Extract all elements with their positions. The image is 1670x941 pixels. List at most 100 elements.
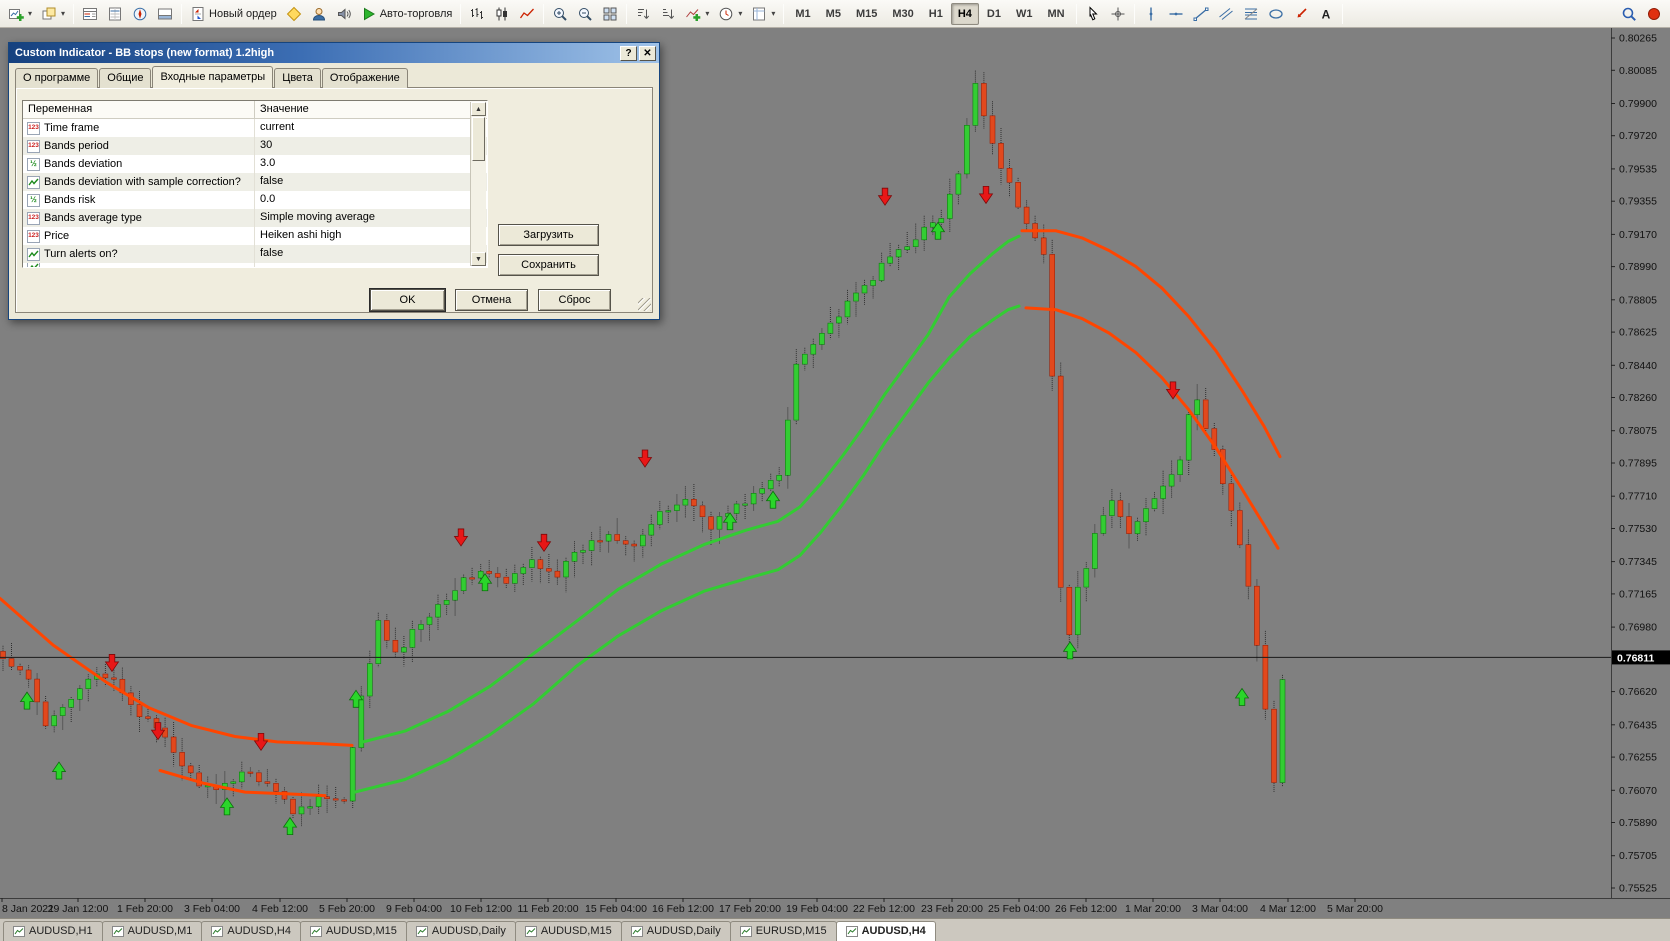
cancel-button[interactable]: Отмена xyxy=(455,289,528,311)
periods-button[interactable]: ▾ xyxy=(714,2,746,26)
dialog-close-button[interactable]: ✕ xyxy=(639,45,656,61)
load-button[interactable]: Загрузить xyxy=(498,224,599,246)
dialog-tab-2[interactable]: Общие xyxy=(99,68,152,88)
arrange-up-button[interactable] xyxy=(631,2,655,26)
horizontal-line-button[interactable] xyxy=(1164,2,1188,26)
dialog-titlebar[interactable]: Custom Indicator - BB stops (new format)… xyxy=(9,43,659,63)
chart-bars-button[interactable] xyxy=(465,2,489,26)
chart-candles-button[interactable] xyxy=(490,2,514,26)
timeframe-w1-button[interactable]: W1 xyxy=(1009,3,1040,25)
parameter-value[interactable]: Heiken ashi high xyxy=(255,227,471,245)
timeframe-m30-button[interactable]: M30 xyxy=(885,3,920,25)
dialog-tab-4[interactable]: Цвета xyxy=(274,68,321,88)
new-chart-button[interactable]: ▾ xyxy=(4,2,36,26)
market-watch-button[interactable] xyxy=(78,2,102,26)
parameter-row[interactable]: ½ Bands risk 0.0 xyxy=(23,191,487,209)
text-button[interactable]: A xyxy=(1314,2,1338,26)
save-button[interactable]: Сохранить xyxy=(498,254,599,276)
table-scrollbar[interactable]: ▲ ▼ xyxy=(470,102,486,266)
templates-button[interactable]: ▾ xyxy=(747,2,779,26)
timeframe-m1-button[interactable]: M1 xyxy=(788,3,817,25)
dropdown-arrow-icon: ▾ xyxy=(738,9,743,18)
parameter-value[interactable]: 30 xyxy=(255,137,471,155)
new-chart-icon xyxy=(9,8,24,21)
auto-trading-button[interactable]: Авто-торговля xyxy=(357,2,457,26)
scrollbar-thumb[interactable] xyxy=(472,117,485,161)
terminal-button[interactable] xyxy=(153,2,177,26)
time-axis[interactable]: 8 Jan 202129 Jan 12:00 1 Feb 20:00 3 Feb 0… xyxy=(0,898,1670,915)
column-header-value[interactable]: Значение xyxy=(255,101,487,118)
int-param-icon: 123 xyxy=(27,211,40,225)
chart-tab-icon xyxy=(739,925,752,937)
new-order-label: Новый ордер xyxy=(209,7,277,20)
parameter-row[interactable]: 123 Bands average type Simple moving avera… xyxy=(23,209,487,227)
crosshair-button[interactable] xyxy=(1106,2,1130,26)
cursor-button[interactable] xyxy=(1081,2,1105,26)
new-order-button[interactable]: Новый ордер xyxy=(186,2,281,26)
timeframe-mn-button[interactable]: MN xyxy=(1040,3,1071,25)
timeframe-m5-button[interactable]: M5 xyxy=(819,3,848,25)
alerts-button[interactable] xyxy=(332,2,356,26)
trendline-button[interactable] xyxy=(1189,2,1213,26)
chart-tab-audusd-daily-7[interactable]: AUDUSD,Daily xyxy=(620,921,731,941)
mt4-window: ▾ ▾ Новый ордер Авто-торговля ▾ ▾ ▾ M1 M5 M15 M30 H… xyxy=(0,0,1670,941)
connection-status-button[interactable] xyxy=(1642,2,1666,26)
ok-button[interactable]: OK xyxy=(369,288,446,312)
tile-windows-button[interactable] xyxy=(598,2,622,26)
parameter-row[interactable]: 123 Price Heiken ashi high xyxy=(23,227,487,245)
parameter-value[interactable]: false xyxy=(255,245,471,263)
timeframe-d1-button[interactable]: D1 xyxy=(980,3,1008,25)
parameter-value[interactable]: false xyxy=(255,173,471,191)
timeframe-h1-button[interactable]: H1 xyxy=(922,3,950,25)
dialog-help-button[interactable]: ? xyxy=(620,45,637,61)
data-window-button[interactable] xyxy=(103,2,127,26)
dialog-tab-1[interactable]: О программе xyxy=(15,68,99,88)
equidistant-channel-button[interactable] xyxy=(1214,2,1238,26)
zoom-in-button[interactable] xyxy=(548,2,572,26)
chart-profiles-button[interactable]: ▾ xyxy=(37,2,69,26)
parameter-value[interactable]: Simple moving average xyxy=(255,209,471,227)
search-button[interactable] xyxy=(1617,2,1641,26)
indicators-button[interactable]: ▾ xyxy=(681,2,713,26)
price-axis[interactable]: 0.80265 0.80085 0.79900 0.79720 0.79535 0.793… xyxy=(1611,28,1670,898)
parameter-value[interactable]: 3.0 xyxy=(255,155,471,173)
chart-tab-eurusd-m15-8[interactable]: EURUSD,M15 xyxy=(729,921,837,941)
metaeditor-button[interactable] xyxy=(282,2,306,26)
chart-tab-audusd-h4-3[interactable]: AUDUSD,H4 xyxy=(201,921,301,941)
dialog-tab-5[interactable]: Отображение xyxy=(321,68,408,88)
vertical-line-button[interactable] xyxy=(1139,2,1163,26)
parameter-row[interactable]: 123 Bands period 30 xyxy=(23,137,487,155)
timeframe-m15-button[interactable]: M15 xyxy=(849,3,884,25)
chart-tab-audusd-daily-5[interactable]: AUDUSD,Daily xyxy=(405,921,516,941)
arrows-tool-button[interactable] xyxy=(1289,2,1313,26)
int-param-icon: 123 xyxy=(27,121,40,135)
expert-advisors-button[interactable] xyxy=(307,2,331,26)
chart-tab-label: AUDUSD,H4 xyxy=(861,925,926,937)
shapes-button[interactable] xyxy=(1264,2,1288,26)
reset-button[interactable]: Сброс xyxy=(538,289,611,311)
parameter-value[interactable]: 0.0 xyxy=(255,191,471,209)
scrollbar-up-button[interactable]: ▲ xyxy=(471,102,486,116)
parameter-value[interactable]: current xyxy=(255,119,471,137)
dialog-tab-3[interactable]: Входные параметры xyxy=(152,66,274,88)
scrollbar-down-button[interactable]: ▼ xyxy=(471,252,486,266)
resize-grip[interactable] xyxy=(638,298,651,311)
chart-tab-audusd-h4-9[interactable]: AUDUSD,H4 xyxy=(835,921,936,941)
chart-line-button[interactable] xyxy=(515,2,539,26)
parameter-row[interactable]: 123 Time frame current xyxy=(23,119,487,137)
navigator-button[interactable] xyxy=(128,2,152,26)
parameter-row[interactable]: ½ Bands deviation 3.0 xyxy=(23,155,487,173)
dropdown-arrow-icon: ▾ xyxy=(771,9,776,18)
parameter-row[interactable]: Turn alerts on? false xyxy=(23,245,487,263)
fibonacci-button[interactable] xyxy=(1239,2,1263,26)
chart-tab-audusd-m1-2[interactable]: AUDUSD,M1 xyxy=(101,921,203,941)
column-header-variable[interactable]: Переменная xyxy=(23,101,255,118)
chart-tab-audusd-m15-4[interactable]: AUDUSD,M15 xyxy=(299,921,407,941)
zoom-out-button[interactable] xyxy=(573,2,597,26)
chart-tab-audusd-h1-1[interactable]: AUDUSD,H1 xyxy=(3,921,103,941)
arrange-down-button[interactable] xyxy=(656,2,680,26)
price-label: 0.78990 xyxy=(1619,261,1657,273)
parameter-row[interactable]: Bands deviation with sample correction? f… xyxy=(23,173,487,191)
chart-tab-audusd-m15-6[interactable]: AUDUSD,M15 xyxy=(514,921,622,941)
timeframe-h4-button[interactable]: H4 xyxy=(950,2,979,25)
